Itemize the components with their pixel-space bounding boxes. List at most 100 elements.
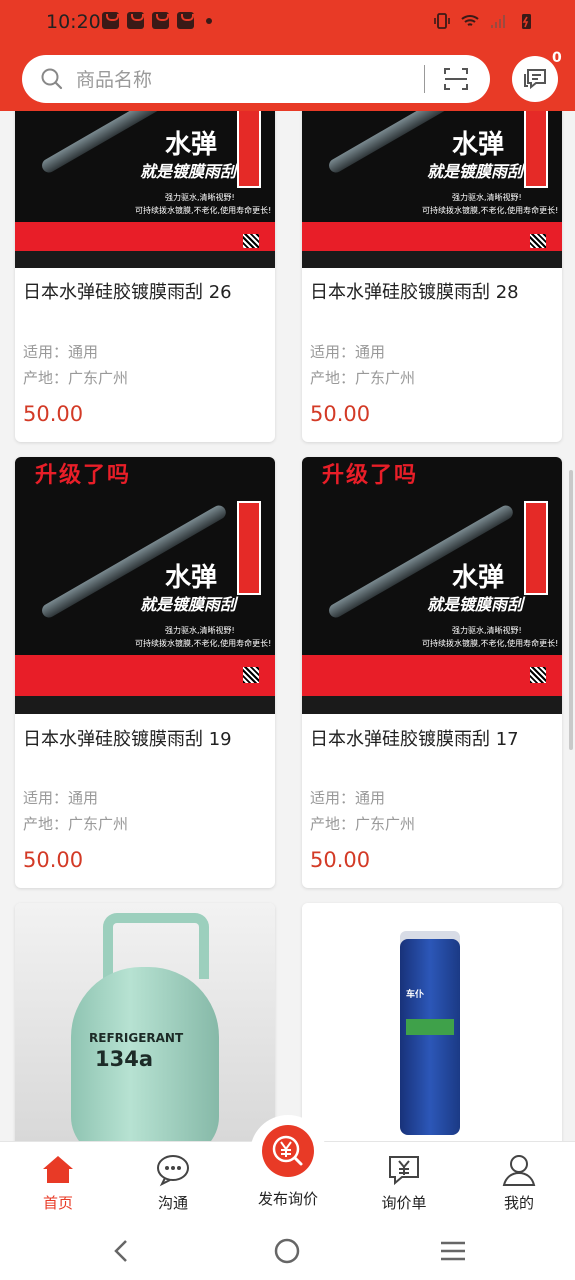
product-card[interactable]: 水弹 就是镀膜雨刮 强力驱水,清晰视野! 可持续拨水镀膜,不老化,使用寿命更长!… [15, 100, 275, 442]
can-label-graphic [406, 1019, 454, 1035]
product-applicable: 适用：通用 [23, 343, 99, 361]
nav-mine[interactable]: 我的 [474, 1142, 564, 1220]
wiper-package-graphic [237, 501, 261, 595]
product-name: 日本水弹硅胶镀膜雨刮 26 [23, 282, 232, 303]
user-icon [502, 1155, 536, 1186]
wiper-brand-text: 水弹 [452, 130, 505, 160]
wiper-feature-text: 可持续拨水镀膜,不老化,使用寿命更长! [422, 206, 559, 215]
publish-icon-circle [262, 1125, 314, 1177]
status-bar: 10:20 [0, 0, 575, 46]
system-status-icons [433, 12, 535, 30]
scrollbar[interactable] [569, 470, 573, 750]
product-card[interactable]: 车仆 [302, 903, 562, 1153]
product-image: 水弹 就是镀膜雨刮 强力驱水,清晰视野! 可持续拨水镀膜,不老化,使用寿命更长! [15, 100, 275, 268]
app-header: 10:20 0 [0, 0, 575, 111]
qr-code-icon [243, 667, 259, 683]
wifi-icon [461, 15, 479, 26]
product-origin: 产地：广东广州 [23, 369, 129, 387]
chat-bubble-icon [524, 69, 546, 90]
shopping-bag-icon [127, 12, 144, 29]
nav-label: 询价单 [381, 1194, 427, 1212]
product-applicable: 适用：通用 [310, 343, 386, 361]
wiper-bottom-band [302, 248, 562, 268]
product-image: 升级了吗 水弹 就是镀膜雨刮 强力驱水,清晰视野! 可持续拨水镀膜,不老化,使用… [15, 457, 275, 714]
wiper-feature-text: 强力驱水,清晰视野! [452, 626, 522, 635]
nav-label: 我的 [503, 1194, 534, 1212]
nav-inquiry[interactable]: 询价单 [359, 1142, 449, 1220]
search-divider [424, 65, 425, 93]
shopping-bag-icon [102, 12, 119, 29]
wiper-feature-text: 强力驱水,清晰视野! [452, 193, 522, 202]
nav-home[interactable]: 首页 [13, 1142, 103, 1220]
wiper-product-photo: 水弹 就是镀膜雨刮 强力驱水,清晰视野! 可持续拨水镀膜,不老化,使用寿命更长! [302, 100, 562, 268]
scan-icon[interactable] [443, 66, 469, 92]
tank-brand-text: REFRIGERANT [89, 1031, 184, 1045]
tank-label: REFRIGERANT 134a [89, 1031, 199, 1101]
wiper-brand-text: 水弹 [165, 130, 218, 160]
product-price: 50.00 [310, 848, 371, 872]
wiper-feature-text: 可持续拨水镀膜,不老化,使用寿命更长! [422, 639, 559, 648]
wiper-headline-text: 升级了吗 [35, 463, 132, 488]
wiper-feature-text: 可持续拨水镀膜,不老化,使用寿命更长! [135, 639, 272, 648]
wiper-package-graphic [524, 501, 548, 595]
qr-code-icon [530, 667, 546, 683]
product-card[interactable]: REFRIGERANT 134a [15, 903, 275, 1153]
notification-icons [102, 12, 212, 29]
signal-icon [491, 15, 505, 28]
nav-label: 沟通 [157, 1194, 188, 1212]
inquiry-icon [389, 1156, 419, 1186]
wiper-feature-text: 可持续拨水镀膜,不老化,使用寿命更长! [135, 206, 272, 215]
more-notifications-icon [206, 17, 212, 24]
publish-inquiry-label: 发布询价 [257, 1190, 318, 1208]
product-origin: 产地：广东广州 [23, 815, 129, 833]
status-time: 10:20 [46, 11, 101, 33]
wiper-package-graphic [524, 100, 548, 188]
wiper-slogan-text: 就是镀膜雨刮 [140, 162, 237, 181]
search-input[interactable] [74, 65, 418, 95]
refrigerant-tank-photo: REFRIGERANT 134a [15, 903, 275, 1153]
product-image: 水弹 就是镀膜雨刮 强力驱水,清晰视野! 可持续拨水镀膜,不老化,使用寿命更长! [302, 100, 562, 268]
product-card[interactable]: 升级了吗 水弹 就是镀膜雨刮 强力驱水,清晰视野! 可持续拨水镀膜,不老化,使用… [15, 457, 275, 888]
system-navigation-bar [0, 1219, 575, 1280]
menu-icon[interactable] [439, 1237, 467, 1265]
wiper-bottom-band [15, 248, 275, 268]
nav-chat[interactable]: 沟通 [128, 1142, 218, 1220]
shopping-bag-icon [177, 12, 194, 29]
battery-charging-icon [522, 14, 531, 29]
nav-label: 首页 [42, 1194, 73, 1212]
wiper-slogan-text: 就是镀膜雨刮 [140, 595, 237, 614]
wiper-product-photo: 升级了吗 水弹 就是镀膜雨刮 强力驱水,清晰视野! 可持续拨水镀膜,不老化,使用… [302, 457, 562, 714]
search-bar[interactable] [22, 55, 490, 103]
wiper-product-photo: 升级了吗 水弹 就是镀膜雨刮 强力驱水,清晰视野! 可持续拨水镀膜,不老化,使用… [15, 457, 275, 714]
product-price: 50.00 [23, 402, 84, 426]
wiper-feature-text: 强力驱水,清晰视野! [165, 193, 235, 202]
message-count-badge: 0 [552, 50, 562, 66]
product-applicable: 适用：通用 [310, 789, 386, 807]
product-image: 升级了吗 水弹 就是镀膜雨刮 强力驱水,清晰视野! 可持续拨水镀膜,不老化,使用… [302, 457, 562, 714]
back-icon[interactable] [108, 1237, 136, 1265]
home-icon [43, 1156, 73, 1183]
wiper-feature-text: 强力驱水,清晰视野! [165, 626, 235, 635]
product-name: 日本水弹硅胶镀膜雨刮 19 [23, 729, 232, 750]
product-name: 日本水弹硅胶镀膜雨刮 17 [310, 729, 519, 750]
product-name: 日本水弹硅胶镀膜雨刮 28 [310, 282, 519, 303]
home-circle-icon[interactable] [273, 1237, 301, 1265]
wiper-package-graphic [237, 100, 261, 188]
wiper-bottom-band [302, 693, 562, 714]
wiper-bottom-band [15, 693, 275, 714]
search-icon [41, 68, 63, 90]
product-price: 50.00 [23, 848, 84, 872]
vibrate-icon [434, 13, 450, 29]
wiper-brand-text: 水弹 [452, 563, 505, 593]
wiper-slogan-text: 就是镀膜雨刮 [427, 595, 524, 614]
product-card[interactable]: 水弹 就是镀膜雨刮 强力驱水,清晰视野! 可持续拨水镀膜,不老化,使用寿命更长!… [302, 100, 562, 442]
product-card[interactable]: 升级了吗 水弹 就是镀膜雨刮 强力驱水,清晰视野! 可持续拨水镀膜,不老化,使用… [302, 457, 562, 888]
product-applicable: 适用：通用 [23, 789, 99, 807]
can-brand-text: 车仆 [406, 990, 425, 1000]
wiper-headline-text: 升级了吗 [322, 463, 419, 488]
wiper-brand-text: 水弹 [165, 563, 218, 593]
spray-can-photo: 车仆 [302, 903, 562, 1143]
publish-inquiry-button[interactable] [250, 1115, 326, 1191]
wiper-product-photo: 水弹 就是镀膜雨刮 强力驱水,清晰视野! 可持续拨水镀膜,不老化,使用寿命更长! [15, 100, 275, 268]
yen-search-icon [272, 1135, 303, 1166]
